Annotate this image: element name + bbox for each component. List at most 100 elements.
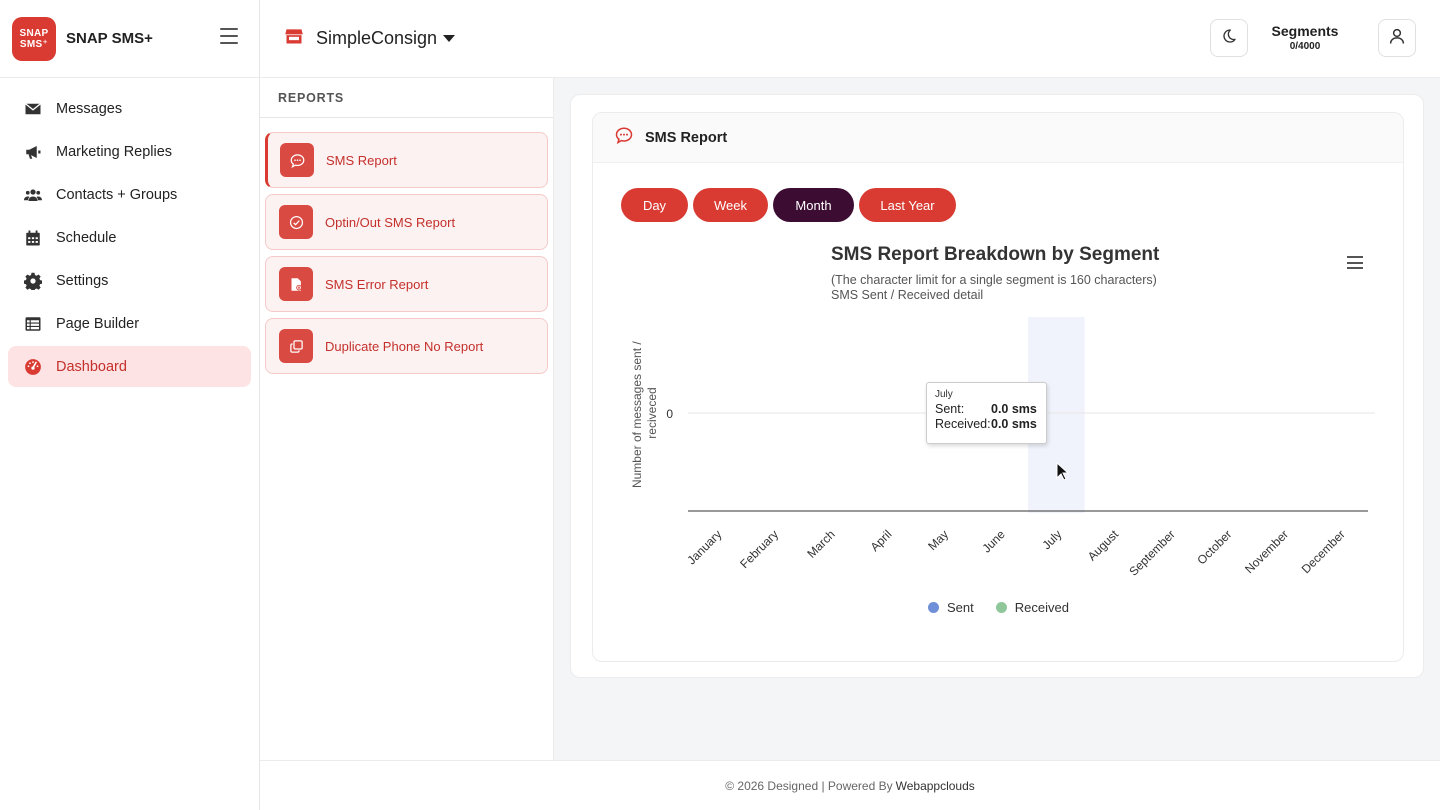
period-selector: Day Week Month Last Year <box>621 188 961 222</box>
report-item-label: Duplicate Phone No Report <box>325 338 484 354</box>
sidebar-item-marketing-replies[interactable]: Marketing Replies <box>8 131 251 172</box>
app-logo[interactable]: SNAP SMS⁺ <box>12 16 56 61</box>
legend-label: Sent <box>947 600 974 615</box>
x-tick-label: June <box>979 527 1008 556</box>
sidebar-item-contacts-groups[interactable]: Contacts + Groups <box>8 174 251 215</box>
x-tick-label: September <box>1126 527 1177 578</box>
user-icon <box>1388 27 1406 50</box>
app-name: SNAP SMS+ <box>66 30 153 47</box>
store-name: SimpleConsign <box>316 28 438 48</box>
sidebar-item-settings[interactable]: Settings <box>8 260 251 301</box>
card-header: SMS Report <box>593 113 1403 163</box>
last-year-button[interactable]: Last Year <box>859 188 956 222</box>
sidebar-item-dashboard[interactable]: Dashboard <box>8 346 251 387</box>
report-item-optin-out[interactable]: Optin/Out SMS Report <box>265 194 548 250</box>
sidebar-item-label: Schedule <box>56 229 117 246</box>
sms-report-card: SMS Report Day Week Month Last Year SMS … <box>592 112 1404 662</box>
x-tick-label: October <box>1194 527 1234 567</box>
chart-menu-icon[interactable] <box>1347 256 1363 269</box>
chart-legend: Sent Received <box>928 600 1091 615</box>
chart-subtitle: (The character limit for a single segmen… <box>831 273 1157 287</box>
envelope-icon <box>24 100 42 118</box>
y-axis-label-line1: Number of messages sent / <box>630 341 644 488</box>
mouse-cursor-icon <box>1056 462 1070 481</box>
chart-title: SMS Report Breakdown by Segment <box>831 244 1160 265</box>
top-header: SimpleConsign Segments 0/4000 <box>260 0 1440 78</box>
sidebar-nav: Messages Marketing Replies Contacts + Gr… <box>0 78 259 387</box>
segments-title: Segments <box>1271 23 1339 39</box>
gear-icon <box>24 272 42 290</box>
report-container: SMS Report Day Week Month Last Year SMS … <box>570 94 1424 678</box>
sidebar-item-messages[interactable]: Messages <box>8 88 251 129</box>
x-tick-label: February <box>737 527 781 571</box>
day-button[interactable]: Day <box>621 188 688 222</box>
chart-tooltip: July Sent: 0.0 sms Received: 0.0 sms <box>926 382 1047 444</box>
tooltip-sent-value: 0.0 sms <box>991 402 1037 416</box>
y-axis-label: Number of messages sent / reciveced <box>630 338 659 488</box>
x-tick-label: January <box>684 527 724 567</box>
legend-dot-received <box>995 602 1007 613</box>
megaphone-icon <box>24 143 42 161</box>
x-tick-label: December <box>1299 527 1348 576</box>
y-axis-label-line2: reciveced <box>645 387 659 438</box>
x-tick-label: November <box>1242 527 1291 576</box>
tooltip-row-received: Received: 0.0 sms <box>935 417 1046 432</box>
x-tick-label: July <box>1039 527 1064 552</box>
segments-count: 0/4000 <box>1289 41 1321 52</box>
moon-icon <box>1221 28 1237 49</box>
sidebar: SNAP SMS⁺ SNAP SMS+ Messages Marketing R… <box>0 0 260 810</box>
card-title: SMS Report <box>645 129 728 146</box>
report-item-label: Optin/Out SMS Report <box>325 214 456 230</box>
report-item-sms-report[interactable]: SMS Report <box>265 132 548 188</box>
tooltip-month: July <box>935 389 953 400</box>
footer-link[interactable]: Webappclouds <box>896 779 975 793</box>
sidebar-item-label: Dashboard <box>56 358 127 375</box>
logo-text-bottom: SMS⁺ <box>19 38 49 50</box>
legend-item-received[interactable]: Received <box>995 600 1069 615</box>
user-profile-button[interactable] <box>1378 19 1416 57</box>
reports-panel: REPORTS SMS Report Optin/Out SMS Report … <box>260 78 554 760</box>
tooltip-sent-label: Sent: <box>935 402 965 416</box>
report-item-sms-error[interactable]: SMS Error Report <box>265 256 548 312</box>
legend-dot-sent <box>928 602 939 613</box>
report-item-label: SMS Error Report <box>325 276 429 292</box>
x-tick-label: March <box>804 527 837 560</box>
x-tick-label: May <box>925 527 951 553</box>
footer-text: © 2026 Designed | Powered By <box>725 778 893 793</box>
x-tick-label: August <box>1085 527 1122 564</box>
users-icon <box>24 186 42 204</box>
chat-icon <box>280 143 314 177</box>
report-item-duplicate-phone[interactable]: Duplicate Phone No Report <box>265 318 548 374</box>
report-item-label: SMS Report <box>326 152 397 168</box>
logo-text-top: SNAP <box>19 27 49 39</box>
sidebar-item-label: Contacts + Groups <box>56 186 178 203</box>
legend-item-sent[interactable]: Sent <box>928 600 974 615</box>
file-error-icon <box>279 267 313 301</box>
sidebar-item-schedule[interactable]: Schedule <box>8 217 251 258</box>
sidebar-item-label: Messages <box>56 100 123 117</box>
caret-down-icon <box>443 35 456 42</box>
table-list-icon <box>24 315 42 333</box>
hamburger-menu-icon[interactable] <box>220 28 238 44</box>
check-circle-icon <box>279 205 313 239</box>
month-button[interactable]: Month <box>773 188 854 222</box>
tooltip-received-label: Received: <box>935 417 991 431</box>
store-selector[interactable]: SimpleConsign <box>284 26 456 51</box>
chat-icon <box>615 126 633 149</box>
x-axis-labels: January February March April May June July Augu… <box>684 527 1347 579</box>
calendar-icon <box>24 229 42 247</box>
footer: © 2026 Designed | Powered By Webappcloud… <box>260 760 1440 810</box>
gauge-icon <box>24 358 42 376</box>
y-tick-label: 0 <box>666 407 673 421</box>
reports-heading: REPORTS <box>260 78 553 118</box>
segments-counter: Segments 0/4000 <box>1265 23 1345 52</box>
week-button[interactable]: Week <box>693 188 768 222</box>
sidebar-item-page-builder[interactable]: Page Builder <box>8 303 251 344</box>
sidebar-item-label: Marketing Replies <box>56 143 173 160</box>
tooltip-row-sent: Sent: 0.0 sms <box>935 402 1046 417</box>
copy-icon <box>279 329 313 363</box>
chart-subtitle-detail: SMS Sent / Received detail <box>831 288 984 302</box>
theme-toggle-button[interactable] <box>1210 19 1248 57</box>
tooltip-received-value: 0.0 sms <box>991 417 1037 431</box>
legend-label: Received <box>1014 600 1069 615</box>
